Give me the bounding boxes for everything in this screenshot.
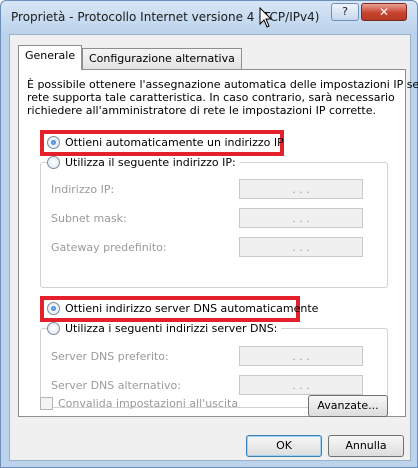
- radio-button-icon[interactable]: [47, 302, 60, 315]
- radio-ip-manual[interactable]: Utilizza il seguente indirizzo IP:: [47, 156, 240, 169]
- close-icon: ✕: [378, 5, 390, 19]
- field-label-gateway: Gateway predefinito:: [51, 241, 167, 254]
- tab-generale[interactable]: Generale: [18, 45, 83, 70]
- radio-dns-manual[interactable]: Utilizza i seguenti indirizzi server DNS…: [47, 322, 282, 335]
- dialog-client-area: Generale Configurazione alternativa È po…: [9, 34, 418, 461]
- help-icon: ?: [342, 5, 348, 18]
- radio-label: Ottieni automaticamente un indirizzo IP: [65, 136, 284, 149]
- tab-label: Generale: [25, 49, 76, 62]
- title-bar[interactable]: Proprietà - Protocollo Internet versione…: [1, 1, 417, 33]
- subnet-mask-input[interactable]: . . .: [239, 208, 363, 228]
- field-label-dns-preferred: Server DNS preferito:: [51, 350, 169, 363]
- advanced-button[interactable]: Avanzate...: [308, 395, 388, 417]
- description-line: richiedere all'amministratore di rete le…: [27, 104, 376, 117]
- mouse-cursor-icon: [259, 7, 273, 28]
- radio-label: Ottieni indirizzo server DNS automaticam…: [65, 302, 319, 315]
- ip-value: . . .: [292, 349, 310, 363]
- radio-label: Utilizza i seguenti indirizzi server DNS…: [65, 322, 278, 335]
- ok-button[interactable]: OK: [246, 435, 322, 457]
- field-label-dns-alternate: Server DNS alternativo:: [51, 379, 181, 392]
- radio-ip-auto[interactable]: Ottieni automaticamente un indirizzo IP: [47, 136, 284, 149]
- dns-preferred-input[interactable]: . . .: [239, 346, 363, 366]
- button-label: Avanzate...: [317, 399, 379, 412]
- dialog-window: Proprietà - Protocollo Internet versione…: [0, 0, 418, 468]
- help-button[interactable]: ?: [331, 3, 359, 21]
- tab-panel-generale: È possibile ottenere l'assegnazione auto…: [18, 69, 418, 417]
- field-label-subnet-mask: Subnet mask:: [51, 212, 127, 225]
- ip-value: . . .: [292, 182, 310, 196]
- description-line: rete supporta tale caratteristica. In ca…: [27, 91, 395, 104]
- radio-button-icon[interactable]: [47, 136, 60, 149]
- ip-value: . . .: [292, 378, 310, 392]
- radio-dns-auto[interactable]: Ottieni indirizzo server DNS automaticam…: [47, 302, 318, 315]
- validate-label: Convalida impostazioni all'uscita: [58, 397, 239, 410]
- gateway-input[interactable]: . . .: [239, 237, 363, 257]
- radio-button-icon[interactable]: [47, 156, 60, 169]
- ip-value: . . .: [292, 240, 310, 254]
- button-label: Annulla: [345, 439, 387, 452]
- radio-button-icon[interactable]: [47, 322, 60, 335]
- field-label-ip-address: Indirizzo IP:: [51, 183, 115, 196]
- close-button[interactable]: ✕: [361, 3, 407, 21]
- radio-label: Utilizza il seguente indirizzo IP:: [65, 156, 236, 169]
- ip-value: . . .: [292, 211, 310, 225]
- button-label: OK: [276, 439, 292, 452]
- cancel-button[interactable]: Annulla: [328, 435, 404, 457]
- description-text: È possibile ottenere l'assegnazione auto…: [27, 78, 418, 117]
- tab-label: Configurazione alternativa: [89, 52, 235, 65]
- description-line: È possibile ottenere l'assegnazione auto…: [27, 78, 418, 91]
- dns-alternate-input[interactable]: . . .: [239, 375, 363, 395]
- ip-address-input[interactable]: . . .: [239, 179, 363, 199]
- tab-configurazione-alternativa[interactable]: Configurazione alternativa: [82, 48, 242, 69]
- validate-checkbox[interactable]: [40, 397, 53, 410]
